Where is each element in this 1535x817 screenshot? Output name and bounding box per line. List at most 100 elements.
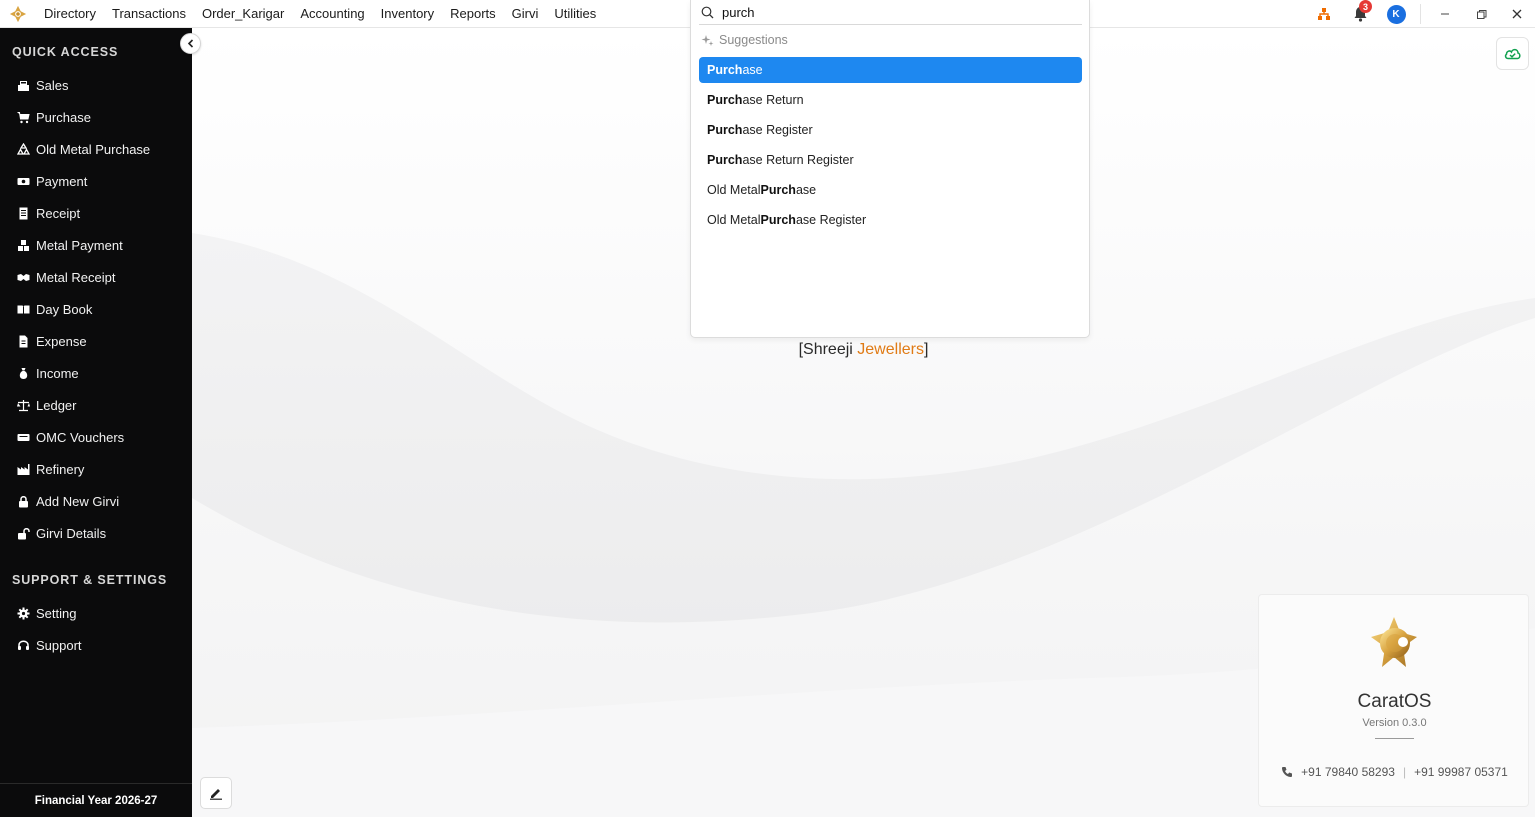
sidebar-item-expense[interactable]: Expense <box>0 327 192 355</box>
sidebar-item-label: Expense <box>36 333 87 349</box>
about-card: CaratOS Version 0.3.0 +91 79840 58293 | … <box>1258 594 1529 807</box>
sidebar-item-payment[interactable]: Payment <box>0 167 192 195</box>
sidebar-item-metal-payment[interactable]: Metal Payment <box>0 231 192 259</box>
pencil-icon <box>210 789 222 800</box>
menu-inventory[interactable]: Inventory <box>373 0 442 28</box>
menu-utilities[interactable]: Utilities <box>546 0 604 28</box>
sidebar-item-label: Metal Receipt <box>36 269 116 285</box>
sidebar-item-income[interactable]: Income <box>0 359 192 387</box>
notifications-button[interactable]: 3 <box>1342 0 1378 28</box>
phone-number-2[interactable]: +91 99987 05371 <box>1414 765 1508 779</box>
sidebar-item-label: Support <box>36 637 82 653</box>
suggestion-purchase-return[interactable]: Purch ase Return <box>699 87 1082 113</box>
app-name: CaratOS <box>1357 691 1432 712</box>
suggestion-suffix: ase <box>795 183 817 197</box>
menu-accounting[interactable]: Accounting <box>292 0 372 28</box>
suggestion-suffix: ase Register <box>742 123 813 137</box>
close-window-button[interactable] <box>1499 0 1535 28</box>
suggestion-match: Purch <box>707 153 743 167</box>
suggestion-suffix: ase Register <box>795 213 867 227</box>
industry-icon <box>17 463 30 476</box>
quick-access-heading: QUICK ACCESS <box>12 45 119 59</box>
minimize-button[interactable] <box>1427 0 1463 28</box>
voucher-icon <box>17 431 30 444</box>
suggestion-prefix: Old Metal <box>707 213 761 227</box>
minimize-icon <box>1441 13 1449 15</box>
restore-icon <box>1476 9 1486 19</box>
suggestion-prefix: Old Metal <box>707 183 761 197</box>
financial-year-label[interactable]: Financial Year 2026-27 <box>0 783 192 817</box>
money-bag-icon <box>17 367 30 380</box>
sidebar-collapse-button[interactable] <box>180 33 201 54</box>
suggestion-suffix: ase <box>742 63 763 77</box>
handshake-icon <box>17 271 30 284</box>
menu-transactions[interactable]: Transactions <box>104 0 194 28</box>
gear-icon <box>17 607 30 620</box>
sidebar-item-day-book[interactable]: Day Book <box>0 295 192 323</box>
search-input[interactable] <box>722 4 1062 20</box>
sidebar-item-label: Purchase <box>36 109 91 125</box>
sidebar-item-add-new-girvi[interactable]: Add New Girvi <box>0 487 192 515</box>
sidebar-item-support[interactable]: Support <box>0 631 192 659</box>
money-icon <box>17 175 30 188</box>
phone-icon <box>1282 767 1293 777</box>
avatar: K <box>1386 4 1406 24</box>
app-logo-icon[interactable] <box>0 0 36 28</box>
sidebar-item-purchase[interactable]: Purchase <box>0 103 192 131</box>
menu-girvi[interactable]: Girvi <box>504 0 547 28</box>
cash-register-icon <box>17 79 30 92</box>
menu-directory[interactable]: Directory <box>36 0 104 28</box>
about-divider <box>1375 738 1414 739</box>
sidebar-item-old-metal-purchase[interactable]: Old Metal Purchase <box>0 135 192 163</box>
lock-icon <box>17 495 30 508</box>
sidebar-item-label: Receipt <box>36 205 81 221</box>
company-name-accent: Jewellers <box>857 341 924 358</box>
sidebar-item-label: OMC Vouchers <box>36 429 125 445</box>
recycle-icon <box>17 142 30 156</box>
sidebar-item-label: Payment <box>36 173 88 189</box>
company-name-suffix: ] <box>923 341 929 358</box>
cubes-icon <box>17 239 30 252</box>
headset-icon <box>17 639 30 652</box>
sidebar-item-sales[interactable]: Sales <box>0 71 192 99</box>
notification-count-badge: 3 <box>1359 0 1372 13</box>
receipt-icon <box>17 207 30 220</box>
sidebar-item-ledger[interactable]: Ledger <box>0 391 192 419</box>
caratos-logo-icon <box>1371 617 1417 667</box>
phone-separator: | <box>1402 765 1407 779</box>
suggestion-match: Purch <box>707 123 743 137</box>
suggestion-purchase[interactable]: Purch ase <box>699 57 1082 83</box>
app-version: Version 0.3.0 <box>1362 717 1427 729</box>
menu-reports[interactable]: Reports <box>442 0 504 28</box>
sidebar-item-setting[interactable]: Setting <box>0 599 192 627</box>
suggestion-match: Purch <box>760 183 796 197</box>
company-name-prefix: [Shreeji <box>798 341 858 358</box>
search-bar <box>699 0 1082 25</box>
sidebar-item-label: Refinery <box>36 461 85 477</box>
user-menu-button[interactable]: K <box>1378 0 1414 28</box>
title-bar-divider <box>1420 4 1421 24</box>
sidebar-item-omc-vouchers[interactable]: OMC Vouchers <box>0 423 192 451</box>
sidebar-item-receipt[interactable]: Receipt <box>0 199 192 227</box>
suggestions-list: Purch ase Purch ase Return Purch ase Regist… <box>699 57 1082 237</box>
suggestion-purchase-return-register[interactable]: Purch ase Return Register <box>699 147 1082 173</box>
sidebar-item-metal-receipt[interactable]: Metal Receipt <box>0 263 192 291</box>
sidebar-item-label: Sales <box>36 77 69 93</box>
restore-button[interactable] <box>1463 0 1499 28</box>
support-settings-heading: SUPPORT & SETTINGS <box>12 573 168 587</box>
cloud-sync-button[interactable] <box>1496 37 1529 70</box>
sitemap-icon[interactable] <box>1306 0 1342 28</box>
suggestion-old-metal-purchase[interactable]: Old Metal Purch ase <box>699 177 1082 203</box>
cloud-check-icon <box>1504 48 1521 60</box>
contact-numbers: +91 79840 58293 | +91 99987 05371 <box>1259 765 1530 779</box>
menu-order-karigar[interactable]: Order_Karigar <box>194 0 292 28</box>
sidebar-item-refinery[interactable]: Refinery <box>0 455 192 483</box>
suggestion-old-metal-purchase-register[interactable]: Old Metal Purch ase Register <box>699 207 1082 233</box>
suggestion-match: Purch <box>760 213 796 227</box>
sidebar-item-label: Day Book <box>36 301 93 317</box>
sidebar-item-girvi-details[interactable]: Girvi Details <box>0 519 192 547</box>
phone-number-1[interactable]: +91 79840 58293 <box>1301 765 1395 779</box>
edit-button[interactable] <box>200 777 232 809</box>
sparkle-icon <box>701 34 714 46</box>
suggestion-purchase-register[interactable]: Purch ase Register <box>699 117 1082 143</box>
